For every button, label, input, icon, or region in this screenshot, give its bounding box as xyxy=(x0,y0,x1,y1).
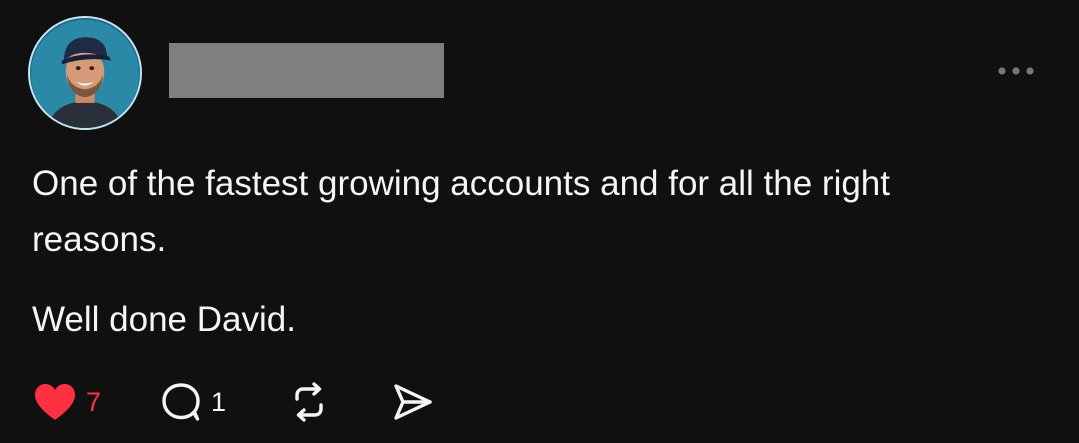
profile-photo-icon xyxy=(30,18,140,128)
reply-button[interactable]: 1 xyxy=(159,378,226,426)
post-paragraph: Well done David. xyxy=(32,300,296,339)
like-button[interactable]: 7 xyxy=(32,378,101,426)
post-body: One of the fastest growing accounts and … xyxy=(32,156,1032,348)
comment-icon xyxy=(162,383,200,421)
reply-count: 1 xyxy=(211,386,227,417)
share-button[interactable] xyxy=(390,378,434,426)
heart-icon xyxy=(35,384,75,420)
post-actions-bar: 7 1 xyxy=(32,378,434,426)
repost-button[interactable] xyxy=(288,378,330,426)
repost-icon xyxy=(295,382,323,422)
send-icon xyxy=(394,384,432,420)
post-paragraph: One of the fastest growing accounts and … xyxy=(32,164,890,259)
author-avatar[interactable] xyxy=(28,16,142,130)
more-horizontal-icon xyxy=(998,67,1034,75)
like-count: 7 xyxy=(86,386,102,417)
thread-post: One of the fastest growing accounts and … xyxy=(0,0,1079,443)
username-redacted xyxy=(169,43,444,98)
more-options-button[interactable] xyxy=(992,56,1040,86)
